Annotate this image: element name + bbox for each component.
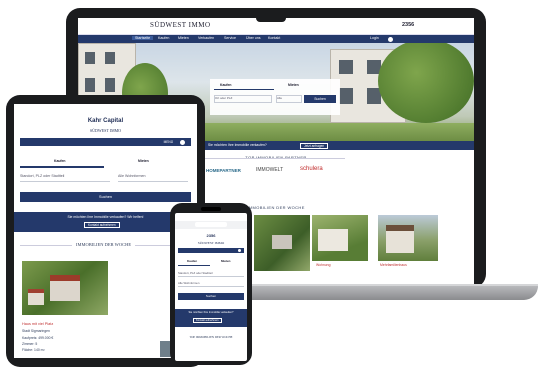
phone-header-phone[interactable]: 2356 <box>175 233 247 238</box>
header-phone[interactable]: 2356 <box>402 22 414 28</box>
tablet-listing-line: Kaufpreis: 499.000 € <box>22 336 54 340</box>
tablet-nav: MENÜ <box>20 138 191 146</box>
listing-photo-1[interactable] <box>254 215 310 271</box>
listing-photo-3[interactable] <box>378 215 438 261</box>
phone-site-logo[interactable]: SÜDWEST IMMO <box>175 241 247 245</box>
phone-type-select[interactable]: Alle Wohnformen <box>178 281 244 287</box>
tab-rent[interactable]: Mieten <box>288 83 299 87</box>
listing-photo-2[interactable] <box>312 215 368 261</box>
nav-item-rent[interactable]: Mieten <box>178 36 189 40</box>
tablet-location-input[interactable]: Standort, PLZ oder Stadtteil <box>20 174 110 182</box>
tablet-menu-label[interactable]: MENÜ <box>164 140 173 144</box>
laptop-base <box>222 286 538 300</box>
nav-item-contact[interactable]: Kontakt <box>268 36 280 40</box>
sell-banner-text: Sie möchten Ihre Immobilie verkaufen? <box>208 143 267 147</box>
tablet-tab-buy[interactable]: Kaufen <box>54 159 66 163</box>
main-nav: Startseite Kaufen Mieten Verkaufen Servi… <box>78 35 474 43</box>
phone-sell-button[interactable]: Kontakt aufnehmen <box>193 318 222 323</box>
type-select[interactable]: Alle <box>276 95 302 103</box>
nav-item-about[interactable]: Über uns <box>246 36 261 40</box>
nav-item-buy[interactable]: Kaufen <box>158 36 169 40</box>
tablet-listing-line: Fläche: 140 m² <box>22 348 45 352</box>
phone-screen: 2356 SÜDWEST IMMO Kaufen Mieten Standort… <box>175 213 247 361</box>
partner-logo-3[interactable]: schulera <box>300 166 323 172</box>
phone-tab-buy[interactable]: Kaufen <box>187 259 197 263</box>
tablet-search-button[interactable]: Suchen <box>20 192 191 202</box>
phone-dynamic-island <box>201 207 221 211</box>
tablet-tab-rent[interactable]: Mieten <box>138 159 149 163</box>
phone-browser-bar <box>175 221 247 229</box>
partner-logo-1[interactable]: HOMEPARTNER <box>206 168 241 173</box>
phone-menu-icon[interactable] <box>238 249 241 252</box>
laptop-notch <box>256 14 286 22</box>
nav-item-sell[interactable]: Verkaufen <box>198 36 214 40</box>
tablet-site-logo[interactable]: SÜDWEST IMMO <box>14 128 197 133</box>
phone-week-title: TOP IMMOBILIEN DER WOCHE <box>189 335 233 339</box>
tablet-listing-title[interactable]: Haus mit viel Platz <box>22 322 53 326</box>
tablet-type-select[interactable]: Alle Wohnformen <box>118 174 188 182</box>
tablet-sell-button[interactable]: Kontakt aufnehmen <box>84 222 120 228</box>
tab-buy[interactable]: Kaufen <box>220 83 232 87</box>
phone-nav <box>178 248 244 253</box>
site-logo[interactable]: SÜDWEST IMMO <box>150 21 211 29</box>
tablet-brand-logo[interactable]: Kahr Capital <box>14 118 197 124</box>
tablet-listing-photo[interactable] <box>22 261 108 315</box>
phone-sell-banner: Sie möchten Ihre Immobilie verkaufen? Ko… <box>175 309 247 327</box>
sell-banner-button[interactable]: Jetzt anfragen <box>300 142 329 149</box>
search-button[interactable]: Suchen <box>304 95 336 103</box>
phone-search-button[interactable]: Suchen <box>178 293 244 300</box>
menu-icon[interactable] <box>180 139 185 145</box>
user-icon[interactable] <box>388 36 393 42</box>
tablet-week-title: IMMOBILIEN DER WOCHE <box>72 242 136 247</box>
listing-caption-3[interactable]: Mehrfamilienhaus <box>380 263 407 267</box>
phone-sell-text: Sie möchten Ihre Immobilie verkaufen? <box>188 311 234 314</box>
partner-logo-2[interactable]: IMMOWELT <box>256 167 283 173</box>
phone-tab-rent[interactable]: Mieten <box>221 259 231 263</box>
tablet-listing-location: Stadt Sigmaringen <box>22 329 50 333</box>
nav-login[interactable]: Login <box>370 36 379 40</box>
phone-location-input[interactable]: Standort, PLZ oder Stadtteil <box>178 271 244 277</box>
listing-caption-2[interactable]: Wohnung <box>316 263 330 267</box>
search-panel: Kaufen Mieten Ort oder PLZ Alle Suchen <box>210 79 340 115</box>
tablet-listing-line: Zimmer: 5 <box>22 342 38 346</box>
nav-item-service[interactable]: Service <box>224 36 236 40</box>
nav-item-home[interactable]: Startseite <box>132 36 154 40</box>
location-input[interactable]: Ort oder PLZ <box>214 95 272 103</box>
phone-url-field[interactable] <box>195 222 227 227</box>
